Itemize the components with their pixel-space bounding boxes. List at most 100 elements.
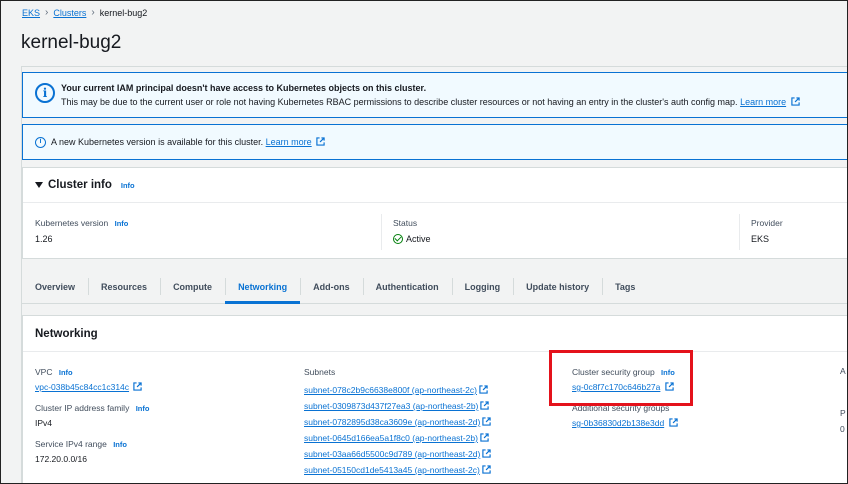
subnet-link[interactable]: subnet-0309873d437f27ea3 (ap-northeast-2… xyxy=(304,401,478,411)
ip-family-label-text: Cluster IP address family xyxy=(35,403,130,413)
ipv4-range-value: 172.20.0.0/16 xyxy=(35,454,87,464)
k8s-version-value: 1.26 xyxy=(35,234,53,244)
subnet-link[interactable]: subnet-078c2b9c6638e800f (ap-northeast-2… xyxy=(304,385,477,395)
caret-down-icon[interactable] xyxy=(35,182,43,188)
cluster-info-panel: Cluster info Info Kubernetes version Inf… xyxy=(22,167,848,259)
status-field: Status Active xyxy=(393,218,431,244)
tab-logging[interactable]: Logging xyxy=(451,270,514,303)
highlight-box xyxy=(549,350,693,406)
subnets-label: Subnets xyxy=(304,367,336,377)
provider-field: Provider EKS xyxy=(751,218,783,244)
info-link[interactable]: Info xyxy=(121,181,135,190)
vpc-link[interactable]: vpc-038b45c84cc1c314c xyxy=(35,382,129,392)
page-title: kernel-bug2 xyxy=(21,32,122,53)
column-divider xyxy=(739,214,740,250)
cluster-info-header[interactable]: Cluster info Info xyxy=(35,179,135,191)
subnet-link[interactable]: subnet-03aa66d5500c9d789 (ap-northeast-2… xyxy=(304,449,480,459)
learn-more-link[interactable]: Learn more xyxy=(266,137,312,147)
info-link[interactable]: Info xyxy=(136,404,150,413)
ip-family-value: IPv4 xyxy=(35,418,53,428)
tab-networking[interactable]: Networking xyxy=(225,270,301,304)
provider-label: Provider xyxy=(751,218,783,228)
alert-body: A new Kubernetes version is available fo… xyxy=(51,137,325,147)
subnets-list: subnet-078c2b9c6638e800f (ap-northeast-2… xyxy=(304,382,491,478)
k8s-version-field: Kubernetes version Info 1.26 xyxy=(35,218,128,244)
ipv4-range-label-text: Service IPv4 range xyxy=(35,439,107,449)
external-link-icon xyxy=(482,417,491,426)
subnet-item: subnet-0782895d38ca3609e (ap-northeast-2… xyxy=(304,414,491,430)
ipv4-range-label: Service IPv4 range Info xyxy=(35,439,149,449)
tab-overview[interactable]: Overview xyxy=(22,270,88,303)
subnet-item: subnet-03aa66d5500c9d789 (ap-northeast-2… xyxy=(304,446,491,462)
subnet-link[interactable]: subnet-05150cd1de5413a45 (ap-northeast-2… xyxy=(304,465,480,475)
check-circle-icon xyxy=(393,234,403,244)
external-link-icon xyxy=(316,137,325,146)
tab-compute[interactable]: Compute xyxy=(160,270,225,303)
subnet-item: subnet-05150cd1de5413a45 (ap-northeast-2… xyxy=(304,462,491,478)
asg-value: sg-0b36830d2b138e3dd xyxy=(572,418,678,428)
tab-update-history[interactable]: Update history xyxy=(513,270,602,303)
column-divider xyxy=(381,214,382,250)
external-link-icon xyxy=(479,385,488,394)
clipped-label: P xyxy=(840,408,846,418)
info-link[interactable]: Info xyxy=(115,219,129,228)
breadcrumb-current: kernel-bug2 xyxy=(99,7,148,18)
vpc-label-text: VPC xyxy=(35,367,53,377)
clipped-label: A xyxy=(840,366,846,376)
external-link-icon xyxy=(480,401,490,410)
status-value: Active xyxy=(393,234,431,244)
cluster-info-title: Cluster info xyxy=(48,179,112,191)
ip-family-field: Cluster IP address family Info IPv4 xyxy=(35,403,149,428)
external-link-icon xyxy=(482,449,491,458)
content-divider xyxy=(21,66,848,67)
ip-family-label: Cluster IP address family Info xyxy=(35,403,149,413)
subnets-field: Subnets subnet-078c2b9c6638e800f (ap-nor… xyxy=(304,367,491,478)
info-circle-icon: i xyxy=(35,137,46,148)
subnet-item: subnet-0645d166ea5a1f8c0 (ap-northeast-2… xyxy=(304,430,491,446)
subnet-link[interactable]: subnet-0645d166ea5a1f8c0 (ap-northeast-2… xyxy=(304,433,478,443)
alert-body: This may be due to the current user or r… xyxy=(61,97,800,107)
chevron-right-icon: › xyxy=(91,7,95,18)
info-link[interactable]: Info xyxy=(113,440,127,449)
tab-add-ons[interactable]: Add-ons xyxy=(300,270,363,303)
external-link-icon xyxy=(668,418,678,427)
subnet-item: subnet-078c2b9c6638e800f (ap-northeast-2… xyxy=(304,382,491,398)
external-link-icon xyxy=(480,433,489,442)
alert-title: Your current IAM principal doesn't have … xyxy=(61,83,427,93)
breadcrumb: EKS › Clusters › kernel-bug2 xyxy=(22,7,147,18)
breadcrumb-eks[interactable]: EKS xyxy=(22,8,40,18)
ipv4-range-field: Service IPv4 range Info 172.20.0.0/16 xyxy=(35,439,149,464)
divider xyxy=(23,351,848,352)
info-link[interactable]: Info xyxy=(59,368,73,377)
network-column-1: VPC Info vpc-038b45c84cc1c314c Cluster I… xyxy=(35,367,149,475)
additional-security-groups-field: Additional security groups sg-0b36830d2b… xyxy=(572,403,678,428)
k8s-version-label-text: Kubernetes version xyxy=(35,218,109,228)
chevron-right-icon: › xyxy=(45,7,49,18)
vpc-value: vpc-038b45c84cc1c314c xyxy=(35,382,149,392)
tab-authentication[interactable]: Authentication xyxy=(362,270,452,303)
asg-link[interactable]: sg-0b36830d2b138e3dd xyxy=(572,418,664,428)
breadcrumb-clusters[interactable]: Clusters xyxy=(53,8,86,18)
alert-text: This may be due to the current user or r… xyxy=(61,97,738,107)
external-link-icon xyxy=(133,382,143,391)
alert-text: A new Kubernetes version is available fo… xyxy=(51,137,264,147)
vpc-label: VPC Info xyxy=(35,367,149,377)
k8s-version-label: Kubernetes version Info xyxy=(35,218,128,228)
cluster-tabs: Overview Resources Compute Networking Ad… xyxy=(22,270,848,304)
subnet-item: subnet-0309873d437f27ea3 (ap-northeast-2… xyxy=(304,398,491,414)
divider xyxy=(23,202,848,203)
info-circle-icon: i xyxy=(35,83,55,103)
external-link-icon xyxy=(790,97,800,106)
status-text: Active xyxy=(406,234,431,244)
subnet-link[interactable]: subnet-0782895d38ca3609e (ap-northeast-2… xyxy=(304,417,480,427)
k8s-version-alert: i A new Kubernetes version is available … xyxy=(22,124,848,160)
clipped-label: 0 xyxy=(840,424,845,434)
learn-more-link[interactable]: Learn more xyxy=(740,97,786,107)
provider-value: EKS xyxy=(751,234,770,244)
tab-tags[interactable]: Tags xyxy=(602,270,648,303)
vpc-field: VPC Info vpc-038b45c84cc1c314c xyxy=(35,367,149,392)
networking-title: Networking xyxy=(35,328,98,340)
tab-resources[interactable]: Resources xyxy=(88,270,160,303)
status-label: Status xyxy=(393,218,418,228)
iam-access-alert: i Your current IAM principal doesn't hav… xyxy=(22,72,848,118)
